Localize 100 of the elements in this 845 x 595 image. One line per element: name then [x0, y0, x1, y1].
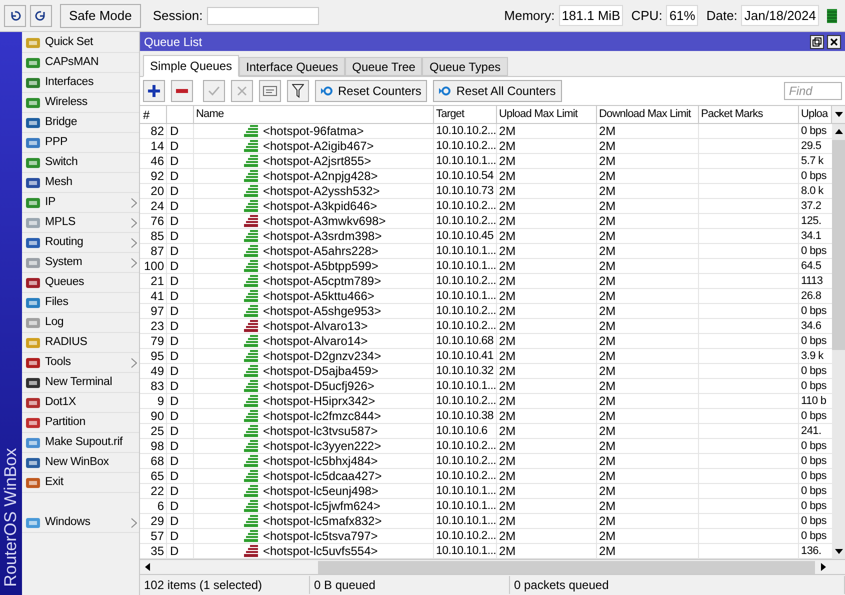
table-cell-text: 0 bps	[800, 454, 828, 468]
menu-item[interactable]: Files	[22, 293, 139, 313]
menu-item[interactable]: Windows	[22, 513, 139, 533]
tab[interactable]: Interface Queues	[239, 57, 346, 76]
table-row[interactable]: 79 D <hotspot-Alvaro14> 10.10.10.68 2M 2M 0 bps	[140, 334, 832, 349]
table-row[interactable]: 65 D <hotspot-lc5dcaa427> 10.10.10.2... 2M 2M 0 bps	[140, 469, 832, 484]
table-cell: <hotspot-A2yssh532>	[263, 184, 380, 198]
table-cell: 2M	[497, 199, 597, 213]
tab[interactable]: Simple Queues	[143, 55, 240, 77]
column-header[interactable]: Upload Max Limit	[497, 106, 597, 123]
column-header[interactable]: Packet Marks	[699, 106, 799, 123]
table-cell: 20	[140, 184, 167, 198]
menu-item[interactable]: New WinBox	[22, 453, 139, 473]
table-row[interactable]: 82 D <hotspot-96fatma> 10.10.10.2... 2M 2M 0 bps	[140, 124, 832, 139]
menu-item[interactable]: Routing	[22, 233, 139, 253]
table-row[interactable]: 41 D <hotspot-A5kttu466> 10.10.10.1... 2M 2M 26.8	[140, 289, 832, 304]
table-cell: 2M	[597, 409, 699, 423]
redo-button[interactable]	[30, 4, 52, 26]
column-header[interactable]: Download Max Limit	[597, 106, 699, 123]
close-button[interactable]	[827, 34, 841, 48]
table-cell: 79	[140, 334, 167, 348]
table-cell: 2M	[497, 409, 597, 423]
menu-item[interactable]: PPP	[22, 133, 139, 153]
vertical-scrollbar[interactable]	[832, 124, 845, 559]
filter-button[interactable]	[287, 80, 309, 102]
column-header[interactable]: #	[140, 106, 167, 123]
menu-item[interactable]: Wireless	[22, 93, 139, 113]
table-row[interactable]: 6 D <hotspot-lc5jwfm624> 10.10.10.1... 2M 2M 0 bps	[140, 499, 832, 514]
table-cell: <hotspot-A5cptm789>	[263, 274, 382, 288]
menu-item[interactable]: IP	[22, 193, 139, 213]
menu-item[interactable]: Make Supout.rif	[22, 433, 139, 453]
table-row[interactable]: 90 D <hotspot-lc2fmzc844> 10.10.10.38 2M 2M 0 bps	[140, 409, 832, 424]
tab[interactable]: Queue Types	[422, 57, 508, 76]
table-row[interactable]: 25 D <hotspot-lc3tvsu587> 10.10.10.6 2M 2M 241.	[140, 424, 832, 439]
menu-item[interactable]: MPLS	[22, 213, 139, 233]
menu-item[interactable]: New Terminal	[22, 373, 139, 393]
table-row[interactable]: 87 D <hotspot-A5ahrs228> 10.10.10.1... 2M 2M 0 bps	[140, 244, 832, 259]
menu-icon	[25, 296, 41, 310]
scroll-thumb[interactable]	[318, 560, 815, 574]
table-cell: 2M	[497, 424, 597, 438]
table-row[interactable]: 95 D <hotspot-D2gnzv234> 10.10.10.41 2M 2M 3.9 k	[140, 349, 832, 364]
table-row[interactable]: 22 D <hotspot-lc5eunj498> 10.10.10.1... 2M 2M 0 bps	[140, 484, 832, 499]
table-row[interactable]: 97 D <hotspot-A5shge953> 10.10.10.2... 2M 2M 0 bps	[140, 304, 832, 319]
menu-item[interactable]: Queues	[22, 273, 139, 293]
table-row[interactable]: 57 D <hotspot-lc5tsva797> 10.10.10.2... 2M 2M 0 bps	[140, 529, 832, 544]
horizontal-scrollbar[interactable]	[140, 559, 845, 574]
menu-item[interactable]: Partition	[22, 413, 139, 433]
table-row[interactable]: 49 D <hotspot-D5ajba459> 10.10.10.32 2M 2M 0 bps	[140, 364, 832, 379]
add-button[interactable]	[143, 80, 165, 102]
table-row[interactable]: 100 D <hotspot-A5btpp599> 10.10.10.1... 2M 2M 64.5	[140, 259, 832, 274]
menu-item[interactable]: Quick Set	[22, 33, 139, 53]
table-row[interactable]: 46 D <hotspot-A2jsrt855> 10.10.10.1... 2M 2M 5.7 k	[140, 154, 832, 169]
table-row[interactable]: 98 D <hotspot-lc3yyen222> 10.10.10.2... 2M 2M 0 bps	[140, 439, 832, 454]
table-row[interactable]: 76 D <hotspot-A3mwkv698> 10.10.10.2... 2M 2M 125.	[140, 214, 832, 229]
table-row[interactable]: 20 D <hotspot-A2yssh532> 10.10.10.73 2M 2M 8.0 k	[140, 184, 832, 199]
menu-item[interactable]: Tools	[22, 353, 139, 373]
menu-item[interactable]: Bridge	[22, 113, 139, 133]
menu-item[interactable]: Switch	[22, 153, 139, 173]
table-cell: <hotspot-lc3tvsu587>	[263, 424, 378, 438]
table-cell: D	[167, 544, 194, 558]
tab[interactable]: Queue Tree	[345, 57, 422, 76]
menu-item[interactable]: Mesh	[22, 173, 139, 193]
column-header[interactable]: Name	[194, 106, 434, 123]
table-row[interactable]: 21 D <hotspot-A5cptm789> 10.10.10.2... 2M 2M 1113	[140, 274, 832, 289]
menu-item[interactable]: Dot1X	[22, 393, 139, 413]
restore-button[interactable]	[810, 34, 824, 48]
table-row[interactable]: 14 D <hotspot-A2igib467> 10.10.10.2... 2M 2M 29.5	[140, 139, 832, 154]
table-row[interactable]: 68 D <hotspot-lc5bhxj484> 10.10.10.2... 2M 2M 0 bps	[140, 454, 832, 469]
safe-mode-button[interactable]: Safe Mode	[60, 4, 141, 28]
table-cell: 2M	[597, 349, 699, 363]
table-cell-text: 0 bps	[800, 439, 828, 453]
table-row[interactable]: 83 D <hotspot-D5ucfj926> 10.10.10.1... 2M 2M 0 bps	[140, 379, 832, 394]
reset-counters-button[interactable]: Reset Counters	[315, 80, 428, 102]
find-field[interactable]: Find	[784, 82, 842, 100]
table-cell: D	[167, 304, 194, 318]
table-cell: 2M	[497, 154, 597, 168]
menu-item[interactable]: Exit	[22, 473, 139, 493]
remove-button[interactable]	[171, 80, 193, 102]
table-cell-text: 0 bps	[800, 334, 828, 348]
menu-item[interactable]: CAPsMAN	[22, 53, 139, 73]
menu-item[interactable]: RADIUS	[22, 333, 139, 353]
table-row[interactable]: 9 D <hotspot-H5iprx342> 10.10.10.2... 2M 2M 110 b	[140, 394, 832, 409]
menu-item[interactable]: Interfaces	[22, 73, 139, 93]
table-row[interactable]: 85 D <hotspot-A3srdm398> 10.10.10.45 2M 2M 34.1	[140, 229, 832, 244]
scroll-thumb[interactable]	[832, 140, 845, 350]
comment-button[interactable]	[259, 80, 281, 102]
menu-item[interactable]: Log	[22, 313, 139, 333]
table-row[interactable]: 24 D <hotspot-A3kpid646> 10.10.10.2... 2M 2M 37.2	[140, 199, 832, 214]
table-cell: 2M	[497, 454, 597, 468]
table-cell: 65	[140, 469, 167, 483]
reset-all-counters-button[interactable]: Reset All Counters	[433, 80, 562, 102]
cpu-label: CPU:	[631, 6, 662, 25]
session-field[interactable]	[206, 6, 319, 24]
column-header[interactable]: Target	[434, 106, 497, 123]
table-row[interactable]: 92 D <hotspot-A2npjg428> 10.10.10.54 2M 2M 0 bps	[140, 169, 832, 184]
menu-item[interactable]: System	[22, 253, 139, 273]
table-cell: D	[167, 394, 194, 408]
table-row[interactable]: 23 D <hotspot-Alvaro13> 10.10.10.2... 2M 2M 34.6	[140, 319, 832, 334]
table-row[interactable]: 29 D <hotspot-lc5mafx832> 10.10.10.1... 2M 2M 0 bps	[140, 514, 832, 529]
undo-button[interactable]	[4, 4, 26, 26]
